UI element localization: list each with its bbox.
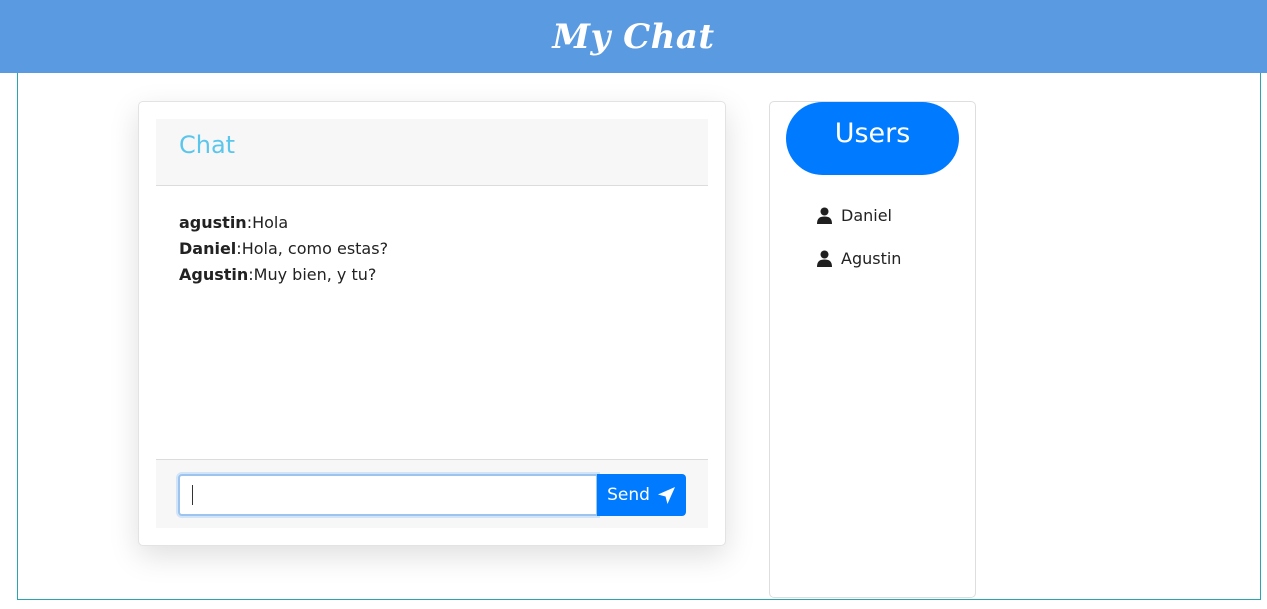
- users-list: Daniel Agustin: [817, 198, 901, 284]
- user-name: Agustin: [841, 249, 902, 268]
- chat-composer: Send: [156, 459, 708, 528]
- app-title: My Chat: [552, 16, 715, 57]
- message-list: agustin:Hola Daniel:Hola, como estas? Ag…: [179, 212, 699, 290]
- user-icon: [817, 250, 832, 267]
- send-button-label: Send: [607, 485, 650, 505]
- message-text: Hola: [252, 213, 289, 232]
- user-name: Daniel: [841, 206, 892, 225]
- chat-panel-header: Chat: [156, 119, 708, 186]
- message-item: agustin:Hola: [179, 212, 699, 238]
- paper-plane-icon: [657, 486, 676, 505]
- text-caret: [192, 485, 193, 505]
- user-list-item: Daniel: [817, 198, 901, 241]
- message-input[interactable]: [178, 474, 598, 516]
- message-text: Muy bien, y tu?: [253, 265, 377, 284]
- users-panel-title: Users: [786, 102, 959, 175]
- message-author: Agustin: [179, 265, 249, 284]
- message-item: Agustin:Muy bien, y tu?: [179, 264, 699, 290]
- chat-panel: Chat agustin:Hola Daniel:Hola, como esta…: [138, 101, 726, 546]
- app-header: My Chat: [0, 0, 1267, 73]
- user-list-item: Agustin: [817, 241, 901, 284]
- send-button[interactable]: Send: [597, 474, 686, 516]
- message-item: Daniel:Hola, como estas?: [179, 238, 699, 264]
- user-icon: [817, 207, 832, 224]
- chat-panel-title: Chat: [179, 131, 236, 159]
- users-panel: Users Daniel Agustin: [769, 101, 976, 598]
- message-author: agustin: [179, 213, 247, 232]
- message-text: Hola, como estas?: [241, 239, 389, 258]
- message-author: Daniel: [179, 239, 237, 258]
